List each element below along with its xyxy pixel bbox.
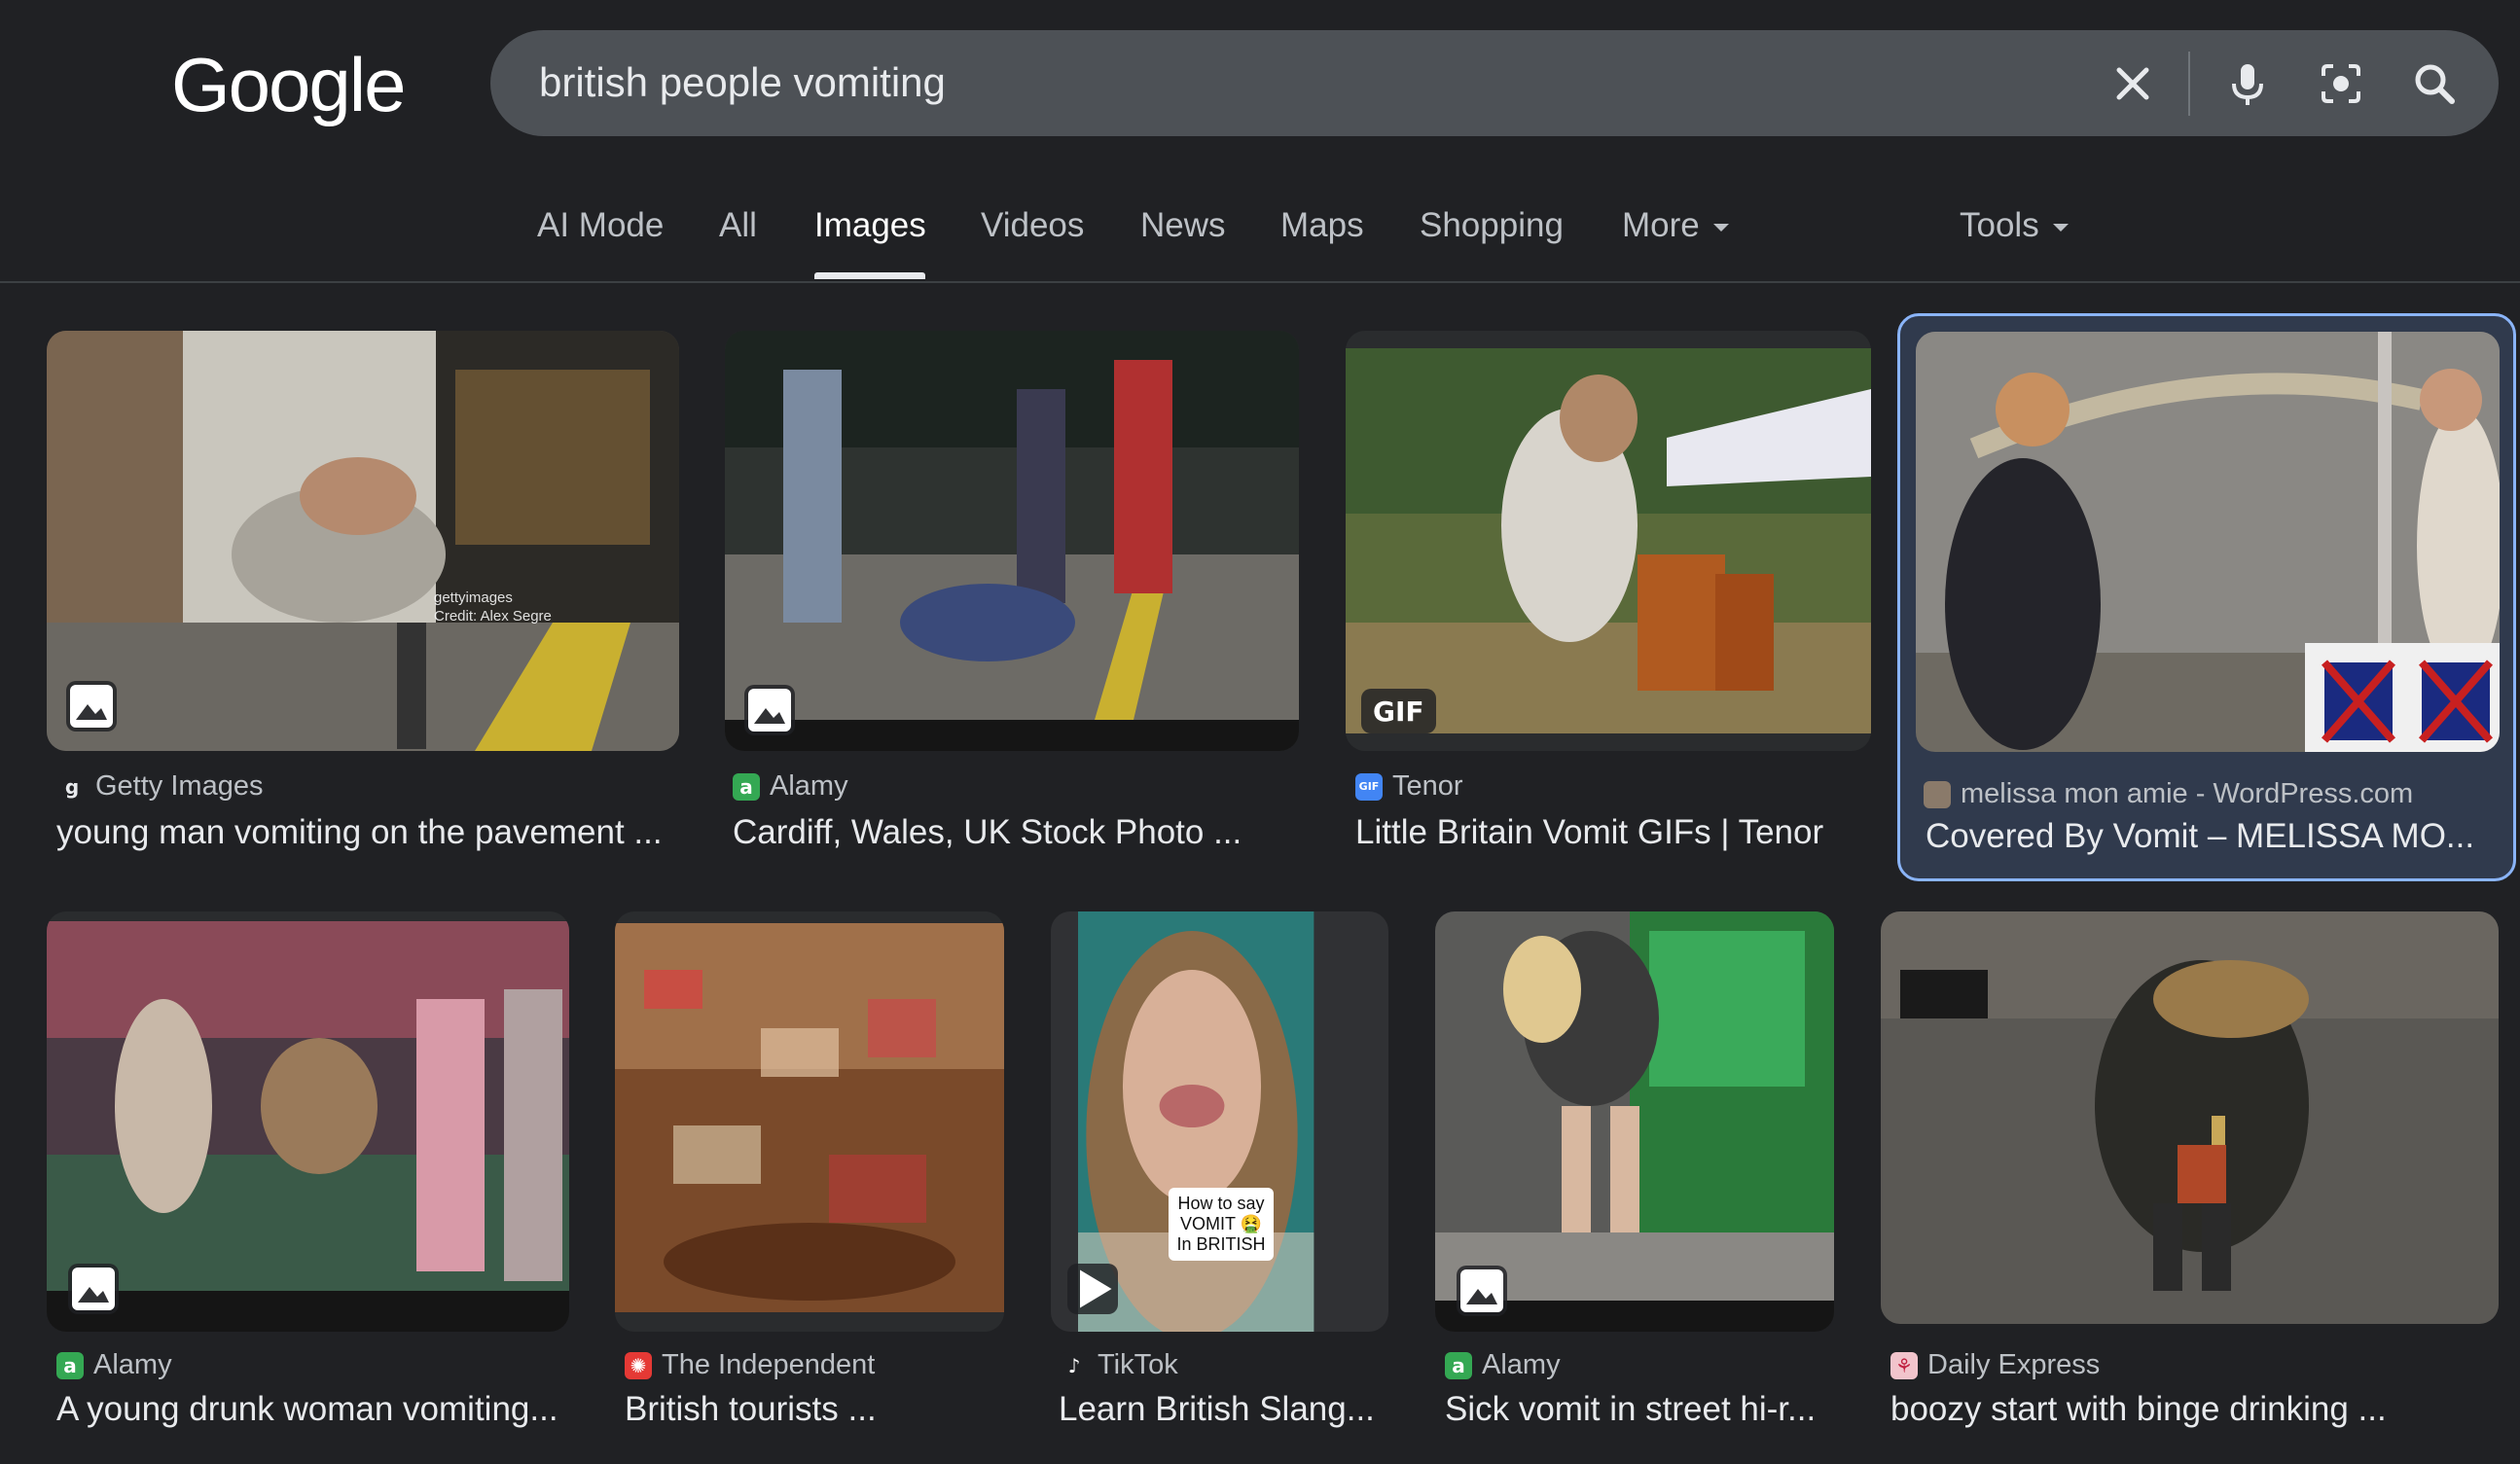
tabs-divider xyxy=(0,281,2520,283)
result-thumbnail[interactable] xyxy=(615,911,1004,1332)
favicon-icon: a xyxy=(56,1351,84,1379)
searchbar-divider xyxy=(2188,52,2190,116)
result-source-name: TikTok xyxy=(1098,1349,1178,1380)
caret-down-icon xyxy=(1712,223,1729,232)
search-icon[interactable] xyxy=(2407,56,2462,111)
tab-maps[interactable]: Maps xyxy=(1280,206,1364,245)
result-thumbnail[interactable] xyxy=(1881,911,2499,1324)
favicon-icon: g xyxy=(58,772,86,801)
active-tab-indicator xyxy=(814,272,925,279)
result-title[interactable]: young man vomiting on the pavement ... xyxy=(56,813,679,852)
tab-images[interactable]: Images xyxy=(814,206,926,245)
result-source-name: The Independent xyxy=(662,1349,876,1380)
result-source[interactable]: a Alamy xyxy=(733,770,848,803)
image-result[interactable]: ✺ The Independent British tourists ... xyxy=(615,911,1004,1456)
result-thumbnail[interactable]: How to say VOMIT 🤮 In BRITISH xyxy=(1051,911,1388,1332)
play-icon xyxy=(1067,1264,1118,1314)
search-input[interactable]: british people vomiting xyxy=(539,59,946,106)
result-source-name: Alamy xyxy=(1482,1349,1561,1380)
image-result[interactable]: GIF GIF Tenor Little Britain Vomit GIFs … xyxy=(1346,331,1871,875)
result-thumbnail[interactable]: gettyimages Credit: Alex Segre xyxy=(47,331,679,751)
image-result[interactable]: a Alamy Sick vomit in street hi-r... xyxy=(1435,911,1834,1456)
favicon-icon: ⚘ xyxy=(1890,1351,1918,1379)
gif-badge: GIF xyxy=(1361,689,1436,733)
image-result[interactable]: a Alamy A young drunk woman vomiting... xyxy=(47,911,569,1456)
tab-more-label: More xyxy=(1622,206,1700,244)
image-icon xyxy=(66,681,117,732)
result-source[interactable]: a Alamy xyxy=(56,1349,172,1381)
favicon-icon: a xyxy=(1445,1351,1472,1379)
search-bar[interactable]: british people vomiting xyxy=(490,30,2499,136)
lens-camera-icon[interactable] xyxy=(2314,56,2368,111)
image-result[interactable]: a Alamy Cardiff, Wales, UK Stock Photo .… xyxy=(725,331,1299,875)
result-thumbnail[interactable]: GIF xyxy=(1346,331,1871,751)
tools-label: Tools xyxy=(1960,206,2039,244)
result-source[interactable]: a Alamy xyxy=(1445,1349,1561,1381)
result-thumbnail[interactable] xyxy=(725,331,1299,751)
search-tabs: AI Mode All Images Videos News Maps Shop… xyxy=(0,195,2520,282)
clear-icon[interactable] xyxy=(2106,56,2160,111)
image-result-selected[interactable]: melissa mon amie - WordPress.com Covered… xyxy=(1897,313,2516,881)
result-title[interactable]: A young drunk woman vomiting... xyxy=(56,1390,569,1429)
result-title[interactable]: British tourists ... xyxy=(625,1390,1004,1429)
tab-ai-mode[interactable]: AI Mode xyxy=(537,206,664,245)
tab-all[interactable]: All xyxy=(719,206,757,245)
tab-shopping[interactable]: Shopping xyxy=(1420,206,1564,245)
result-thumbnail[interactable] xyxy=(1916,332,2500,752)
result-thumbnail[interactable] xyxy=(47,911,569,1332)
tab-news[interactable]: News xyxy=(1140,206,1226,245)
result-title[interactable]: Covered By Vomit – MELISSA MO... xyxy=(1926,817,2500,856)
caret-down-icon xyxy=(2052,223,2069,232)
image-result[interactable]: ⚘ Daily Express boozy start with binge d… xyxy=(1881,911,2499,1456)
image-icon xyxy=(1457,1266,1507,1316)
result-title[interactable]: Sick vomit in street hi-r... xyxy=(1445,1390,1834,1429)
result-source[interactable]: ⚘ Daily Express xyxy=(1890,1349,2100,1381)
favicon-icon: ✺ xyxy=(625,1351,652,1379)
result-title[interactable]: Learn British Slang... xyxy=(1059,1390,1388,1429)
image-icon xyxy=(68,1264,119,1314)
result-source[interactable]: melissa mon amie - WordPress.com xyxy=(1924,778,2413,810)
result-source-name: Alamy xyxy=(93,1349,172,1380)
favicon-icon xyxy=(1924,780,1951,808)
image-result[interactable]: gettyimages Credit: Alex Segre g Getty Im… xyxy=(47,331,679,875)
result-title[interactable]: boozy start with binge drinking ... xyxy=(1890,1390,2499,1429)
tools-button[interactable]: Tools xyxy=(1960,206,2069,245)
result-source[interactable]: ♪ TikTok xyxy=(1061,1349,1178,1381)
image-result[interactable]: How to say VOMIT 🤮 In BRITISH ♪ TikTok L… xyxy=(1051,911,1388,1456)
favicon-icon: a xyxy=(733,772,760,801)
result-source-name: Getty Images xyxy=(95,770,264,802)
result-source[interactable]: ✺ The Independent xyxy=(625,1349,875,1381)
watermark-text: gettyimages Credit: Alex Segre xyxy=(434,589,552,625)
google-logo[interactable]: Google xyxy=(171,41,407,129)
result-source-name: Daily Express xyxy=(1927,1349,2101,1380)
tab-more[interactable]: More xyxy=(1622,206,1729,245)
favicon-icon: GIF xyxy=(1355,772,1383,801)
image-icon xyxy=(744,685,795,735)
microphone-icon[interactable] xyxy=(2220,56,2275,111)
result-source-name: Tenor xyxy=(1392,770,1463,802)
favicon-icon: ♪ xyxy=(1061,1351,1088,1379)
result-thumbnail[interactable] xyxy=(1435,911,1834,1332)
video-caption: How to say VOMIT 🤮 In BRITISH xyxy=(1169,1188,1274,1261)
result-source[interactable]: g Getty Images xyxy=(58,770,263,803)
result-title[interactable]: Little Britain Vomit GIFs | Tenor xyxy=(1355,813,1871,852)
tab-videos[interactable]: Videos xyxy=(981,206,1084,245)
result-source[interactable]: GIF Tenor xyxy=(1355,770,1463,803)
result-source-name: melissa mon amie - WordPress.com xyxy=(1961,778,2414,809)
result-title[interactable]: Cardiff, Wales, UK Stock Photo ... xyxy=(733,813,1297,852)
result-source-name: Alamy xyxy=(770,770,848,802)
